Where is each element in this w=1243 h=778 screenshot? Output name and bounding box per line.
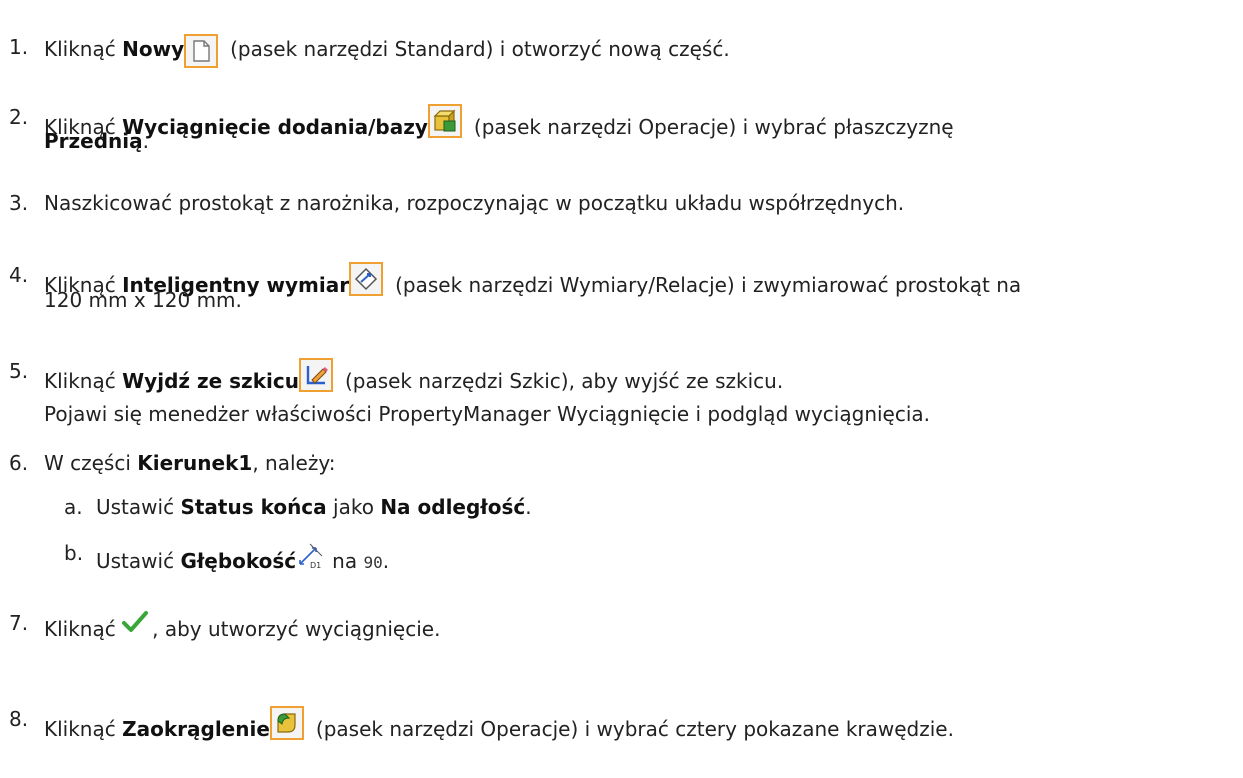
option-value: Na odległość [380,495,526,519]
substep-letter: b. [64,541,84,565]
step-prefix: W części [44,451,138,475]
new-document-icon [184,34,219,68]
fillet-icon [269,706,304,740]
depth-icon: D1 [296,540,326,576]
extruded-boss-icon [427,104,462,138]
substep-prefix: Ustawić [96,549,181,573]
step-text: Kliknąć Zaokrąglenie (pasek narzędzi Ope… [44,706,954,742]
step-suffix: (pasek narzędzi Standard) i otworzyć now… [230,37,730,61]
command-name: Nowy [122,37,185,61]
command-name: Zaokrąglenie [122,717,270,741]
step-suffix: (pasek narzędzi Operacje) i wybrać czter… [315,717,954,741]
substep-letter: a. [64,495,83,519]
step-number: 3. [9,191,29,215]
step-suffix: (pasek narzędzi Szkic), aby wyjść ze szk… [344,369,784,393]
step-number: 1. [9,35,29,59]
exit-sketch-icon [298,358,333,392]
option-name: Status końca [180,495,327,519]
step-prefix: Kliknąć [44,717,123,741]
command-name: Wyjdź ze szkicu [122,369,299,393]
option-name: Głębokość [180,549,297,573]
substep-text: Ustawić Status końca jako Na odległość. [96,494,532,520]
substep-text: Ustawić Głębokość D1 na 90. [96,540,389,576]
step-number: 5. [9,359,29,383]
step-text: Kliknąć Wyciągnięcie dodania/bazy (pasek… [44,104,954,140]
step-suffix: , należy: [252,451,336,475]
step-text-continued: Przednią. [44,128,149,154]
step-number: 7. [9,611,29,635]
step-text-continued: 120 mm x 120 mm. [44,288,242,312]
step-text: W części Kierunek1, należy: [44,450,335,476]
punctuation: . [382,549,390,573]
instruction-document: 1. Kliknąć Nowy (pasek narzędzi Standard… [0,0,1243,778]
step-prefix: Kliknąć [44,37,123,61]
substep-mid: na [332,549,364,573]
step-number: 6. [9,451,29,475]
smart-dimension-icon [349,262,384,296]
ok-check-icon [122,610,149,640]
step-note: Pojawi się menedżer właściwości Property… [44,402,931,426]
step-number: 8. [9,707,29,731]
step-number: 4. [9,263,29,287]
svg-text:D1: D1 [310,561,321,570]
substep-prefix: Ustawić [96,495,181,519]
step-suffix: (pasek narzędzi Operacje) i wybrać płasz… [473,115,954,139]
step-text: Kliknąć Wyjdź ze szkicu (pasek narzędzi … [44,358,783,394]
command-name: Wyciągnięcie dodania/bazy [122,115,428,139]
substep-mid: jako [326,495,381,519]
step-text: Kliknąć Nowy (pasek narzędzi Standard) i… [44,34,730,68]
punctuation: . [525,495,532,519]
step-text: Kliknąć , aby utworzyć wyciągnięcie. [44,610,440,642]
step-text: Naszkicować prostokąt z narożnika, rozpo… [44,191,905,215]
depth-value: 90 [363,553,383,572]
step-number: 2. [9,105,29,129]
step-suffix: , aby utworzyć wyciągnięcie. [152,617,441,641]
step-prefix: Kliknąć [44,369,123,393]
plane-name: Przednią [44,129,143,153]
step-suffix: (pasek narzędzi Wymiary/Relacje) i zwymi… [395,273,1022,297]
step-prefix: Kliknąć [44,617,123,641]
section-name: Kierunek1 [137,451,253,475]
punctuation: . [142,129,149,153]
